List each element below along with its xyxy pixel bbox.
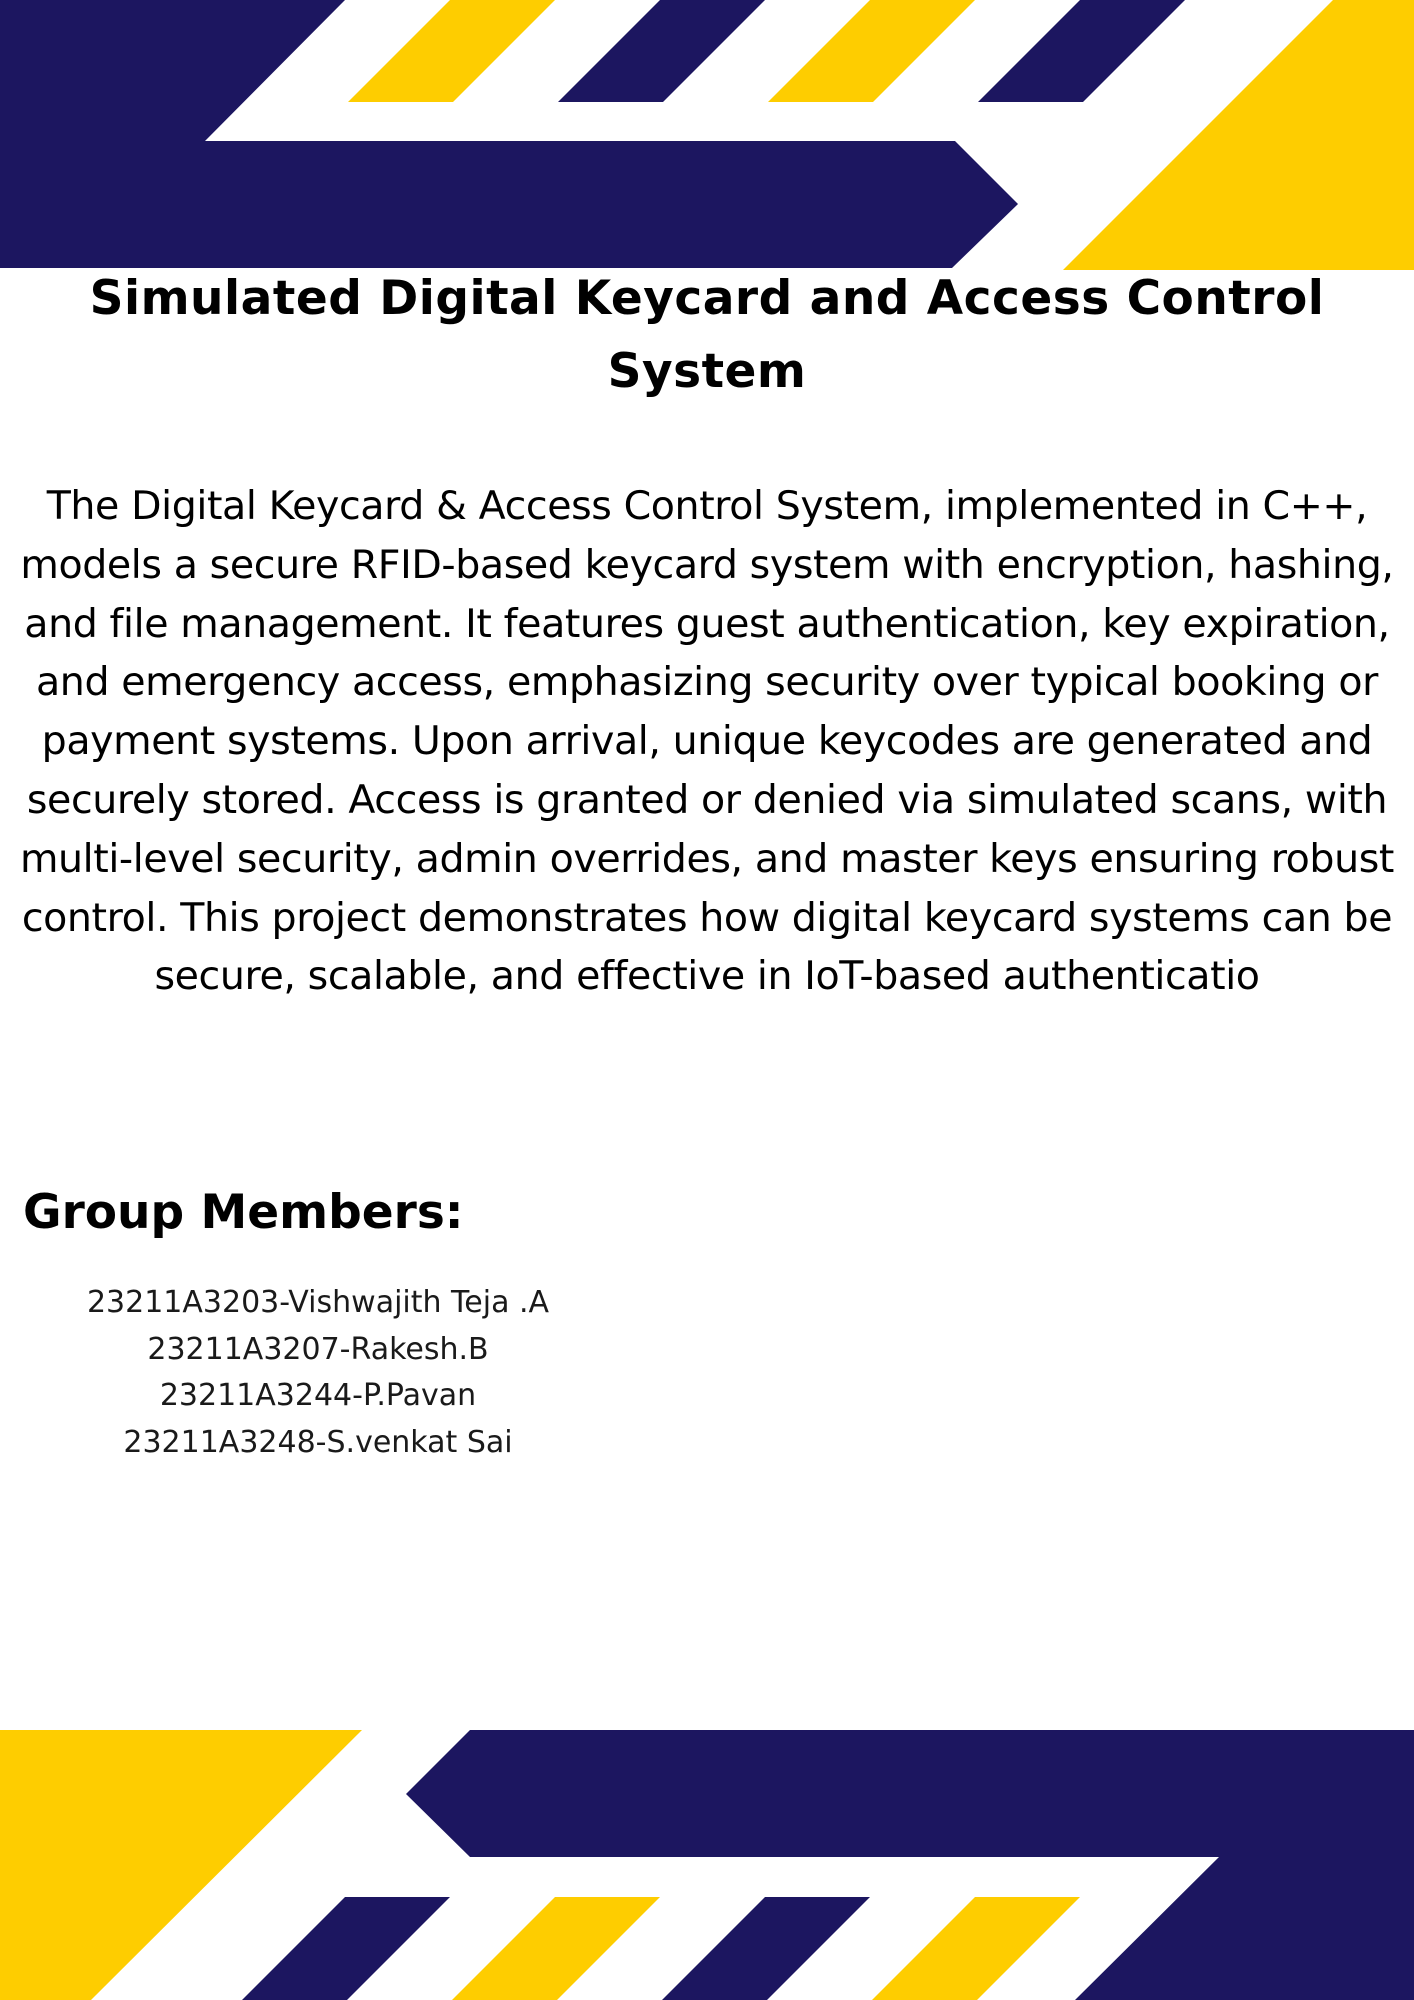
bottom-navy-stripe-1	[242, 1897, 450, 2000]
member-item: 23211A3207-Rakesh.B	[147, 1331, 489, 1367]
bottom-decorative-banner	[0, 1730, 1414, 2000]
member-item: 23211A3244-P.Pavan	[159, 1378, 477, 1413]
member-item: 23211A3203-Vishwajith Teja .A	[86, 1285, 550, 1320]
member-item: 23211A3248-S.venkat Sai	[123, 1424, 513, 1460]
page-title: Simulated Digital Keycard and Access Con…	[89, 271, 1325, 399]
bottom-navy-stripe-2	[662, 1897, 870, 2000]
top-yellow-stripe-1	[348, 0, 555, 102]
abstract-paragraph: The Digital Keycard & Access Control Sys…	[19, 483, 1395, 1000]
top-navy-stripe-1	[558, 0, 765, 102]
bottom-yellow-stripe-1	[452, 1897, 660, 2000]
top-decorative-banner	[0, 0, 1414, 270]
top-yellow-stripe-2	[768, 0, 975, 102]
group-members-heading: Group Members:	[23, 1185, 464, 1240]
bottom-yellow-stripe-2	[872, 1897, 1080, 2000]
top-navy-stripe-2	[978, 0, 1185, 102]
group-members-list: 23211A3203-Vishwajith Teja .A 23211A3207…	[40, 1280, 596, 1466]
